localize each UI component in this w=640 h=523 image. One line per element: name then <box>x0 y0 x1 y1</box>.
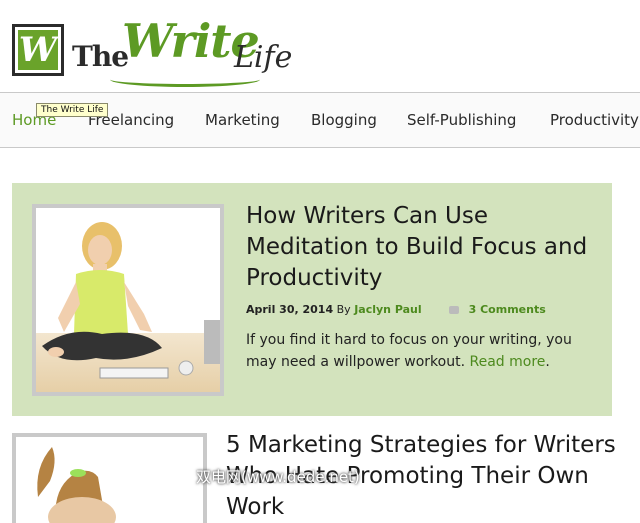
excerpt-end: . <box>545 354 550 370</box>
post-meta: April 30, 2014 By Jaclyn Paul 3 Comments <box>246 303 546 316</box>
nav-item-marketing[interactable]: Marketing <box>205 111 280 129</box>
watermark: 双电网(www.dede.net) <box>196 468 360 486</box>
child-illustration <box>37 447 116 523</box>
logo-w-icon[interactable]: W <box>12 24 64 76</box>
child-photo <box>16 437 203 523</box>
nav-item-blogging[interactable]: Blogging <box>311 111 377 129</box>
post-thumbnail-2[interactable] <box>12 433 207 523</box>
comment-icon <box>449 306 460 314</box>
comments-link[interactable]: 3 Comments <box>469 303 546 316</box>
meditation-photo <box>36 208 220 392</box>
logo-swoosh <box>110 72 260 87</box>
post-author-link[interactable]: Jaclyn Paul <box>354 303 421 316</box>
nav-item-self-publishing[interactable]: Self-Publishing <box>407 111 516 129</box>
logo-w-letter: W <box>18 30 58 70</box>
logo-life: Life <box>234 40 293 75</box>
post-date: April 30, 2014 <box>246 303 334 316</box>
logo-the: The <box>72 40 129 73</box>
home-tooltip: The Write Life <box>36 103 109 117</box>
main-nav: Home Freelancing Marketing Blogging Self… <box>0 92 640 148</box>
nav-item-productivity[interactable]: Productivity <box>550 111 639 129</box>
post-thumbnail[interactable] <box>32 204 224 396</box>
site-header: W The Write Life <box>0 0 640 92</box>
by-label: By <box>336 303 351 316</box>
featured-post: How Writers Can Use Meditation to Build … <box>12 183 612 416</box>
post-excerpt: If you find it hard to focus on your wri… <box>246 329 576 373</box>
site-logo[interactable]: The Write Life <box>70 14 292 87</box>
meditation-illustration <box>42 222 220 379</box>
read-more-link[interactable]: Read more <box>469 354 545 370</box>
post-title[interactable]: How Writers Can Use Meditation to Build … <box>246 201 606 294</box>
